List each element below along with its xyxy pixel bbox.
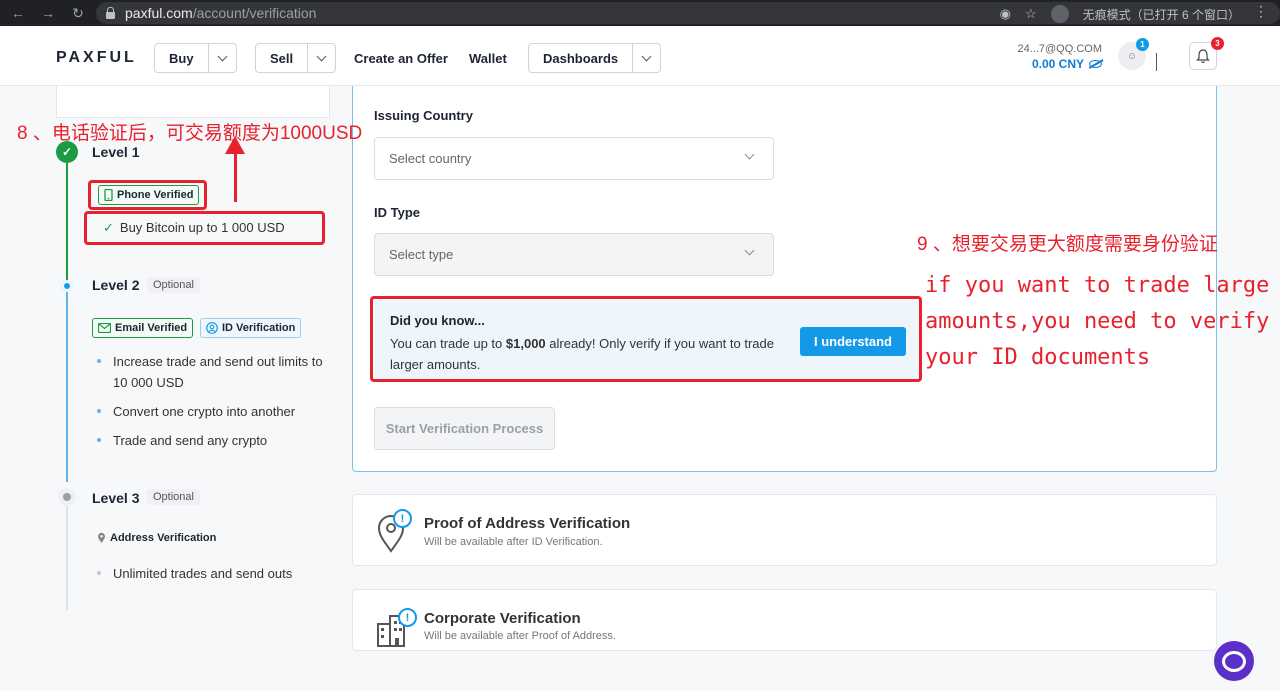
info-icon: ! <box>398 608 417 627</box>
start-verification-button[interactable]: Start Verification Process <box>374 407 555 450</box>
level2-bullet: Increase trade and send out limits to 10… <box>97 351 338 393</box>
card-subtitle: Will be available after Proof of Address… <box>424 630 616 642</box>
menu-icon[interactable]: ⋮ <box>1254 3 1268 20</box>
address-bar[interactable]: paxful.com/account/verification ◉ ☆ 无痕模式… <box>96 2 1280 24</box>
notification-badge: 3 <box>1211 37 1224 50</box>
level2-dot-inner <box>64 283 70 289</box>
account-balance: 0.00 CNY <box>1017 57 1102 71</box>
envelope-icon <box>98 323 111 333</box>
chevron-down-icon <box>744 149 755 160</box>
buy-dropdown[interactable]: Buy <box>154 43 237 73</box>
level3-bullet: Unlimited trades and send outs <box>97 563 292 584</box>
chat-button[interactable] <box>1214 641 1254 681</box>
address-verification-chip: Address Verification <box>97 532 216 544</box>
level2-title: Level 2 <box>92 277 140 293</box>
annotation-arrow <box>234 152 237 202</box>
proof-of-address-card[interactable]: ! Proof of Address Verification Will be … <box>352 494 1217 566</box>
card-title: Corporate Verification <box>424 610 581 627</box>
back-icon[interactable]: ← <box>6 5 30 21</box>
reload-icon[interactable]: ↻ <box>66 5 90 22</box>
app-header: PAXFUL Buy Sell Create an Offer Wallet D… <box>0 26 1280 86</box>
country-select[interactable]: Select country <box>374 137 774 180</box>
hide-balance-icon[interactable] <box>1089 60 1102 68</box>
annotation-step9: 9 、想要交易更大额度需要身份验证 <box>917 234 1218 255</box>
chevron-down-icon <box>744 245 755 256</box>
chevron-down-icon[interactable] <box>207 44 236 72</box>
notifications-button[interactable]: 3 <box>1189 37 1224 70</box>
annotation-step9-en: if you want to trade large amounts,you n… <box>925 273 1270 370</box>
url-text: paxful.com/account/verification <box>125 5 317 21</box>
account-chevron-icon[interactable] <box>1156 53 1157 71</box>
wallet-link[interactable]: Wallet <box>469 51 507 66</box>
incognito-label: 无痕模式（已打开 6 个窗口） <box>1082 7 1240 22</box>
id-verification-chip: ID Verification <box>200 318 302 338</box>
annotation-step8: 8 、电话验证后，可交易额度为1000USD <box>17 123 363 144</box>
eye-off-icon[interactable]: ◉ <box>1000 6 1011 22</box>
level3-optional-badge: Optional <box>147 489 200 505</box>
level3-dot <box>63 493 71 501</box>
account-email: 24...7@QQ.COM <box>1017 43 1102 55</box>
level2-bullet: Trade and send any crypto <box>97 430 267 451</box>
id-icon <box>206 322 218 334</box>
chevron-down-icon[interactable] <box>307 44 335 72</box>
corporate-verification-card[interactable]: ! Corporate Verification Will be availab… <box>352 589 1217 651</box>
chevron-down-icon[interactable] <box>632 44 660 72</box>
forward-icon[interactable]: → <box>36 5 60 21</box>
id-type-select[interactable]: Select type <box>374 233 774 276</box>
timeline-gray <box>66 506 68 610</box>
timeline-blue <box>66 292 68 482</box>
highlight-buy-limit <box>84 211 325 245</box>
logo[interactable]: PAXFUL <box>56 49 137 67</box>
dashboards-dropdown[interactable]: Dashboards <box>528 43 662 73</box>
email-verified-chip: Email Verified <box>92 318 194 338</box>
highlight-phone-verified <box>88 180 207 210</box>
level2-optional-badge: Optional <box>147 277 200 293</box>
card-subtitle: Will be available after ID Verification. <box>424 536 603 548</box>
timeline-green <box>66 163 68 288</box>
card-title: Proof of Address Verification <box>424 515 631 532</box>
highlight-notice <box>370 296 922 382</box>
create-offer-link[interactable]: Create an Offer <box>354 51 448 66</box>
level1-title: Level 1 <box>92 144 140 160</box>
account-summary[interactable]: 24...7@QQ.COM 0.00 CNY <box>1017 43 1102 71</box>
incognito-icon[interactable] <box>1050 5 1069 23</box>
sell-dropdown[interactable]: Sell <box>255 43 337 73</box>
bell-icon <box>1196 48 1210 63</box>
id-type-label: ID Type <box>374 205 420 220</box>
issuing-country-label: Issuing Country <box>374 108 473 123</box>
browser-toolbar: ← → ↻ paxful.com/account/verification ◉ … <box>0 0 1280 26</box>
location-pin-icon <box>98 532 105 543</box>
previous-level-card <box>56 86 330 118</box>
level2-bullet: Convert one crypto into another <box>97 401 295 422</box>
avatar-badge: 1 <box>1136 38 1149 51</box>
star-icon[interactable]: ☆ <box>1025 6 1037 22</box>
info-icon: ! <box>393 509 412 528</box>
avatar[interactable]: ☺ 1 <box>1118 38 1149 70</box>
level3-title: Level 3 <box>92 490 140 506</box>
lock-icon <box>106 6 115 19</box>
